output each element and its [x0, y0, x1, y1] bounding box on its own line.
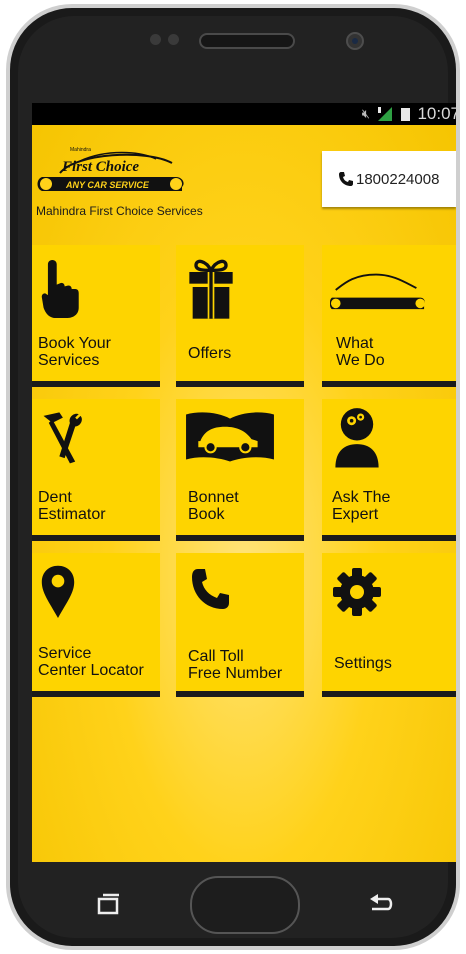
tile-label: Estimator: [38, 506, 106, 523]
tile-book-services[interactable]: Book Your Services: [32, 245, 160, 387]
recent-apps-icon[interactable]: [97, 893, 121, 915]
tile-settings[interactable]: Settings: [322, 553, 456, 697]
sensor-dot: [168, 34, 179, 45]
svg-text:ANY CAR SERVICE: ANY CAR SERVICE: [65, 180, 150, 190]
mute-icon: 🔇︎: [361, 106, 370, 121]
gift-icon: [189, 259, 233, 319]
app-header: Mahindra First Choice ANY CAR SERVICE Ma…: [32, 125, 456, 223]
tile-bar: [176, 535, 304, 541]
location-pin-icon: [41, 565, 75, 618]
brand-logo[interactable]: Mahindra First Choice ANY CAR SERVICE: [36, 139, 186, 207]
signal-icon: [378, 107, 392, 121]
tile-bonnet-book[interactable]: Bonnet Book: [176, 399, 304, 541]
tile-label: Services: [38, 352, 100, 369]
toll-number-text: 1800224008: [356, 170, 440, 188]
tile-label: Free Number: [188, 665, 283, 682]
back-icon[interactable]: [368, 893, 394, 915]
home-button[interactable]: [190, 876, 300, 934]
tile-label: Ask The: [332, 489, 391, 506]
tile-label: Dent: [38, 489, 72, 506]
tile-ask-the-expert[interactable]: Ask The Expert: [322, 399, 456, 541]
tile-bar: [32, 535, 160, 541]
tile-label: Service: [38, 645, 92, 662]
phone-icon: [192, 569, 229, 609]
front-camera: [346, 32, 364, 50]
earpiece-speaker: [199, 33, 295, 49]
status-time: 10:07: [417, 104, 456, 123]
tile-label: We Do: [336, 352, 385, 369]
tile-what-we-do[interactable]: What We Do: [322, 245, 456, 387]
tile-bar: [176, 691, 304, 697]
brand-text: Mahindra First Choice Services: [36, 204, 203, 218]
gear-icon: [333, 568, 381, 616]
tile-label: Bonnet: [188, 489, 239, 506]
tile-label: Book Your: [38, 335, 111, 352]
tile-offers[interactable]: Offers: [176, 245, 304, 387]
tile-bar: [32, 691, 160, 697]
tile-service-center-locator[interactable]: Service Center Locator: [32, 553, 160, 697]
tile-bar: [322, 691, 456, 697]
tile-label: Call Toll: [188, 648, 244, 665]
tile-bar: [322, 535, 456, 541]
battery-icon: [401, 108, 410, 121]
tile-bar: [322, 381, 456, 387]
expert-icon: [335, 408, 379, 468]
hand-pointer-icon: [41, 259, 79, 319]
phone-icon: [339, 172, 353, 186]
tile-bar: [32, 381, 160, 387]
tile-label: Center Locator: [38, 662, 144, 679]
tile-label: Book: [188, 506, 225, 523]
sensor-dot: [150, 34, 161, 45]
car-wrench-icon: [330, 273, 426, 310]
tile-label: Settings: [334, 655, 392, 672]
tile-label: Expert: [332, 506, 379, 523]
tile-dent-estimator[interactable]: Dent Estimator: [32, 399, 160, 541]
tile-label: Offers: [188, 345, 232, 362]
status-bar: 🔇︎ 10:07: [32, 103, 456, 125]
car-book-icon: [186, 412, 274, 462]
svg-text:First Choice: First Choice: [61, 159, 139, 175]
tile-label: What: [336, 335, 374, 352]
tile-call-toll-free[interactable]: Call Toll Free Number: [176, 553, 304, 697]
tile-bar: [176, 381, 304, 387]
toll-number-button[interactable]: 1800224008: [322, 151, 456, 207]
hammer-icon: [43, 412, 82, 464]
app-screen: 🔇︎ 10:07 Mahindra First Choice ANY CAR S…: [32, 103, 456, 862]
svg-text:Mahindra: Mahindra: [70, 147, 91, 153]
